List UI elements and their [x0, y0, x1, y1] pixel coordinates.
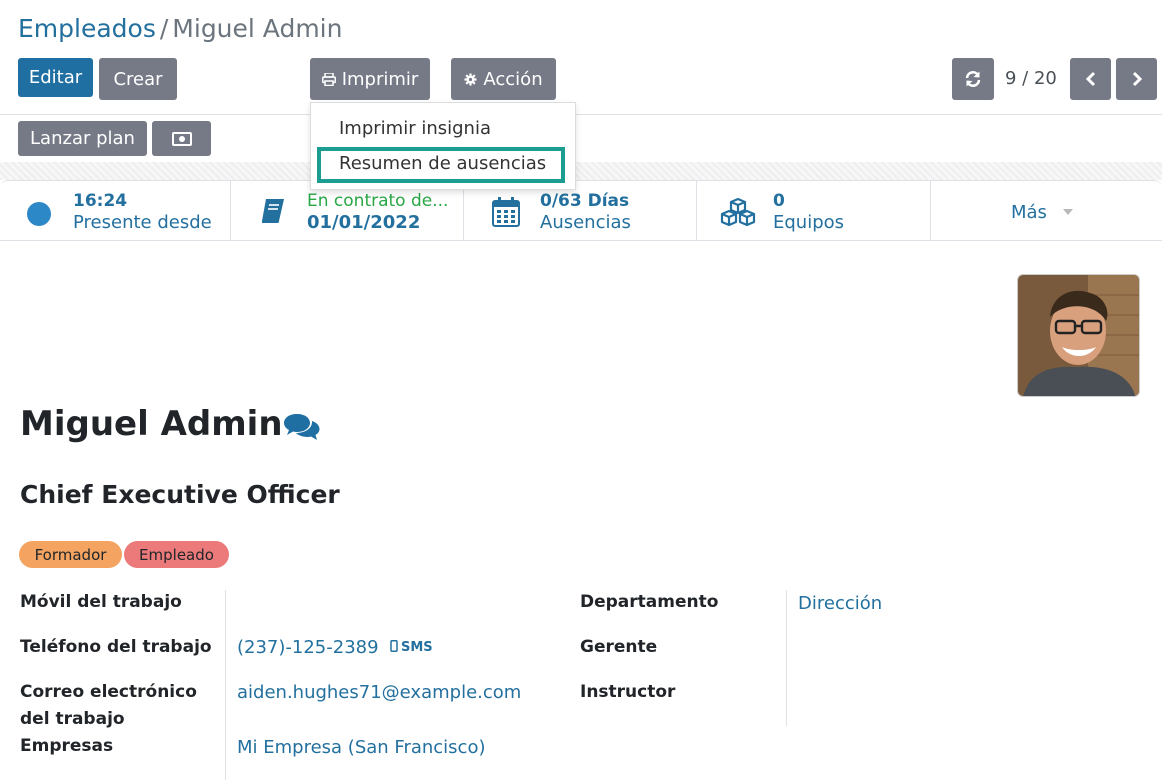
pager-next-button[interactable]: [1116, 58, 1157, 100]
print-badge-menu-item[interactable]: Imprimir insignia: [339, 118, 491, 139]
create-button-label: Crear: [113, 68, 163, 90]
tag-empleado[interactable]: Empleado: [124, 541, 229, 568]
calendar-icon: [492, 197, 520, 227]
caret-down-icon: [1063, 209, 1073, 215]
employee-photo: [1018, 275, 1139, 396]
printer-icon: [321, 72, 336, 86]
teams-label: Equipos: [773, 212, 845, 233]
presence-status-icon: [27, 202, 51, 226]
pager-previous-button[interactable]: [1070, 58, 1111, 100]
launch-plan-button-label: Lanzar plan: [30, 128, 135, 149]
toolbar-divider: [0, 114, 1162, 115]
tag-formador-label: Formador: [34, 545, 107, 564]
contract-label: En contrato de...: [307, 191, 449, 211]
money-bill-icon: [171, 131, 192, 146]
presence-label: Presente desde: [73, 212, 212, 233]
absences-stat-button[interactable]: 0/63 Días Ausencias: [464, 181, 697, 241]
absences-value: 0/63 Días: [540, 191, 630, 211]
company-value[interactable]: Mi Empresa (San Francisco): [237, 734, 486, 761]
presence-time: 16:24: [73, 191, 128, 211]
more-stats-button[interactable]: Más: [1011, 202, 1047, 223]
absences-summary-menu-item[interactable]: Resumen de ausencias: [339, 153, 546, 174]
work-phone-value[interactable]: (237)-125-2389: [237, 634, 379, 661]
action-button-label: Acción: [483, 68, 543, 90]
chat-icon[interactable]: [283, 412, 321, 442]
action-button[interactable]: Acción: [451, 58, 556, 100]
employee-name[interactable]: Miguel Admin: [20, 404, 283, 444]
left-column-divider: [225, 590, 226, 780]
sms-label: SMS: [401, 640, 433, 655]
presence-stat-button[interactable]: 16:24 Presente desde: [0, 181, 231, 241]
work-phone-label: Teléfono del trabajo: [20, 637, 212, 657]
pager-value: 9 / 20: [1005, 68, 1057, 89]
work-mobile-label: Móvil del trabajo: [20, 592, 182, 612]
chevron-right-icon: [1132, 71, 1142, 87]
refresh-button[interactable]: [952, 58, 994, 100]
chevron-left-icon: [1085, 71, 1095, 87]
job-title[interactable]: Chief Executive Officer: [20, 480, 340, 509]
create-button[interactable]: Crear: [99, 58, 177, 100]
breadcrumb-separator: /: [159, 14, 169, 43]
coach-label: Instructor: [580, 682, 676, 702]
print-dropdown-menu: Imprimir insignia Resumen de ausencias: [310, 102, 576, 190]
money-button[interactable]: [152, 121, 211, 156]
absences-label: Ausencias: [540, 212, 631, 233]
teams-stat-button[interactable]: 0 Equipos: [697, 181, 931, 241]
breadcrumb-current: Miguel Admin: [172, 14, 343, 43]
work-email-label-line2: del trabajo: [20, 709, 125, 729]
form-sheet-background: [0, 162, 1162, 180]
company-label: Empresas: [20, 736, 114, 756]
right-column-divider: [786, 590, 787, 726]
work-email-label-line1: Correo electrónico: [20, 682, 197, 702]
teams-count: 0: [773, 191, 785, 211]
print-button[interactable]: Imprimir: [310, 58, 430, 100]
stat-button-bar: 16:24 Presente desde En contrato de... 0…: [0, 180, 1162, 241]
manager-label: Gerente: [580, 637, 658, 657]
work-email-value[interactable]: aiden.hughes71@example.com: [237, 679, 521, 706]
mobile-phone-icon: [390, 640, 398, 652]
print-button-label: Imprimir: [341, 68, 419, 90]
department-label: Departamento: [580, 592, 719, 612]
tag-empleado-label: Empleado: [139, 545, 214, 564]
gear-icon: [464, 73, 477, 85]
contract-date: 01/01/2022: [307, 212, 421, 233]
refresh-icon: [965, 71, 981, 87]
breadcrumb: Empleados / Miguel Admin: [18, 12, 342, 46]
cubes-icon: [720, 197, 756, 227]
department-value[interactable]: Dirección: [798, 590, 882, 617]
launch-plan-button[interactable]: Lanzar plan: [18, 121, 147, 156]
edit-button-label: Editar: [28, 67, 83, 88]
sms-link[interactable]: SMS: [390, 634, 433, 661]
book-icon: [262, 199, 284, 223]
contract-stat-button[interactable]: En contrato de... 01/01/2022: [231, 181, 464, 241]
employee-avatar[interactable]: [1017, 274, 1140, 397]
edit-button[interactable]: Editar: [18, 58, 93, 97]
tag-formador[interactable]: Formador: [19, 541, 122, 568]
breadcrumb-employees-link[interactable]: Empleados: [18, 14, 156, 43]
